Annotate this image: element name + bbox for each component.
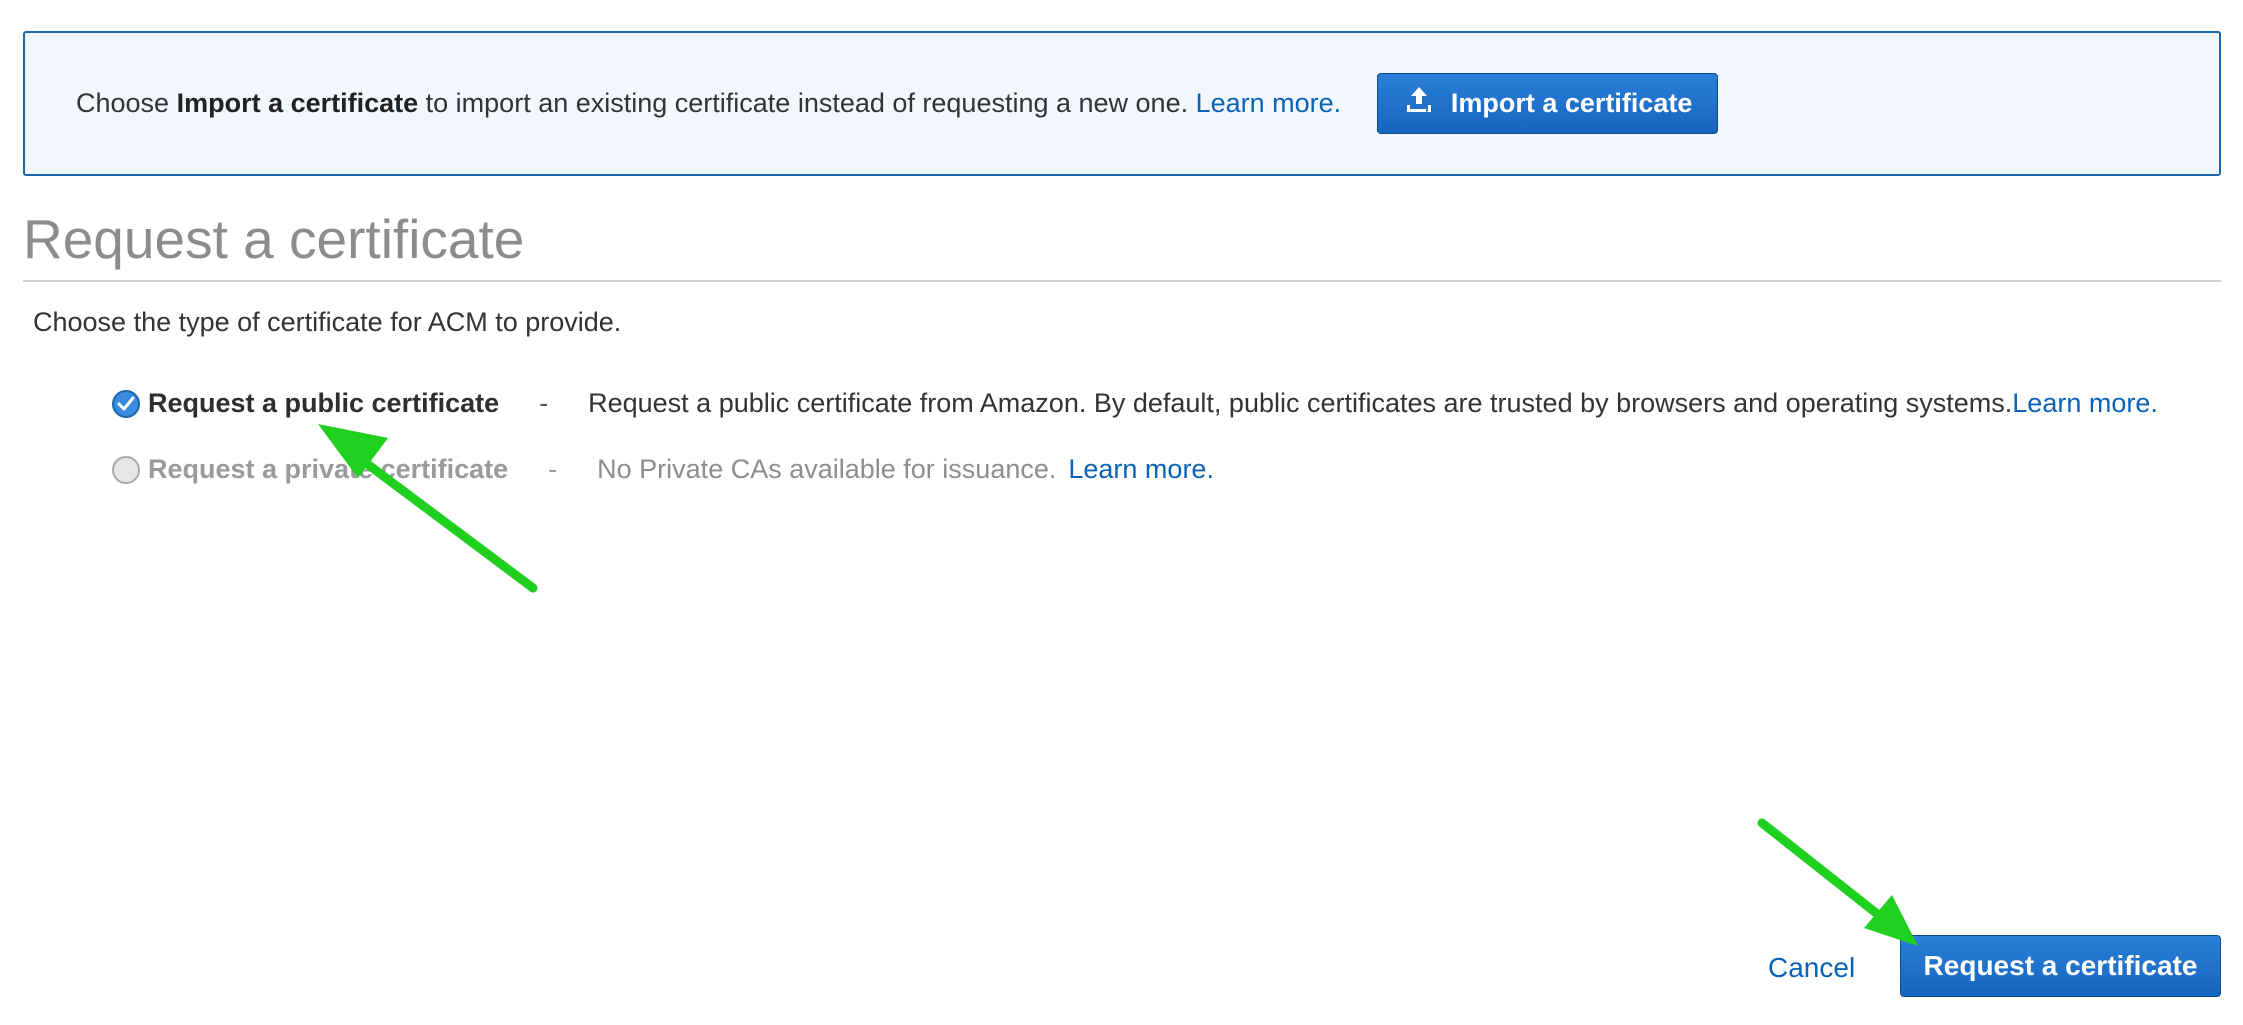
intro-text: Choose the type of certificate for ACM t… xyxy=(33,307,622,337)
checkmark-icon xyxy=(117,396,135,410)
public-certificate-description: Request a public certificate from Amazon… xyxy=(588,388,2013,418)
option-public-certificate[interactable]: Request a public certificate - Request a… xyxy=(112,388,2158,419)
private-certificate-description: No Private CAs available for issuance. xyxy=(597,454,1057,484)
private-certificate-radio xyxy=(112,455,140,484)
banner-learn-more-link[interactable]: Learn more. xyxy=(1196,88,1342,118)
title-divider xyxy=(23,280,2221,282)
request-button-label: Request a certificate xyxy=(1923,950,2198,981)
import-info-banner: Choose Import a certificate to import an… xyxy=(23,31,2221,176)
option-separator: - xyxy=(539,388,549,418)
import-button-label: Import a certificate xyxy=(1450,88,1693,118)
public-certificate-label[interactable]: Request a public certificate xyxy=(148,388,499,419)
option-private-certificate: Request a private certificate - No Priva… xyxy=(112,454,1214,485)
public-certificate-learn-more-link[interactable]: Learn more. xyxy=(2012,388,2158,419)
cancel-link[interactable]: Cancel xyxy=(1768,952,1855,984)
public-certificate-radio[interactable] xyxy=(112,389,140,418)
banner-suffix: to import an existing certificate instea… xyxy=(418,88,1196,118)
option-separator: - xyxy=(548,454,558,484)
private-certificate-learn-more-link[interactable]: Learn more. xyxy=(1068,454,1214,485)
request-certificate-button[interactable]: Request a certificate xyxy=(1900,935,2221,997)
upload-icon xyxy=(1403,84,1435,123)
annotation-arrow-public-option xyxy=(318,424,538,593)
banner-strong: Import a certificate xyxy=(176,88,419,118)
annotation-arrow-request-button xyxy=(1757,818,1918,946)
request-certificate-page: Choose Import a certificate to import an… xyxy=(0,0,2243,1025)
banner-text: Choose Import a certificate to import an… xyxy=(76,88,1341,119)
import-certificate-button[interactable]: Import a certificate xyxy=(1377,73,1719,134)
banner-prefix: Choose xyxy=(76,88,177,118)
page-title: Request a certificate xyxy=(23,208,525,270)
private-certificate-label: Request a private certificate xyxy=(148,454,509,484)
